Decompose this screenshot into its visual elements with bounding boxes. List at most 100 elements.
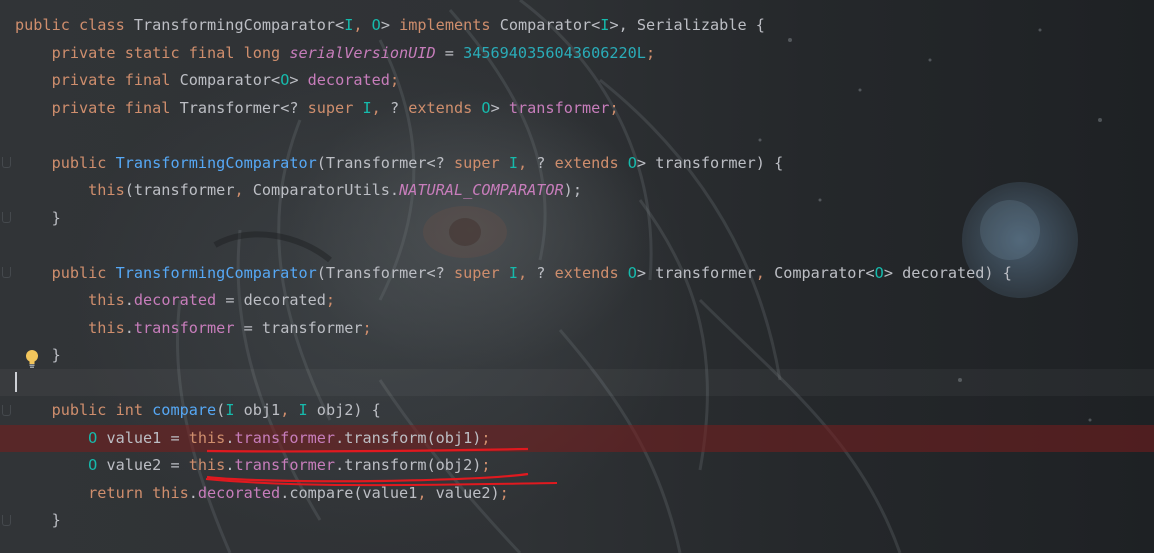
code-line[interactable]: public class TransformingComparator<I, O… <box>0 12 1154 39</box>
code-line[interactable]: private final Transformer<? super I, ? e… <box>0 95 1154 122</box>
code-token: public int <box>15 401 153 419</box>
code-line[interactable] <box>0 122 1154 149</box>
code-token: } <box>15 208 61 227</box>
code-line[interactable]: this(transformer, ComparatorUtils.NATURA… <box>0 177 1154 204</box>
code-line[interactable]: } <box>0 507 1154 534</box>
code-line[interactable]: return this.decorated.compare(value1, va… <box>0 480 1154 507</box>
code-token: > <box>380 16 400 34</box>
code-token: transformer <box>655 263 756 282</box>
code-line-text: } <box>15 507 61 534</box>
code-token: value1 = <box>97 428 189 447</box>
code-token: <? <box>426 263 454 282</box>
code-token: I <box>344 16 354 34</box>
code-token: transformer <box>655 153 756 172</box>
code-line-text: public TransformingComparator(Transforme… <box>15 260 1012 287</box>
code-token: <? <box>426 153 454 172</box>
code-token: O <box>371 16 381 34</box>
code-line[interactable]: } <box>0 342 1154 369</box>
code-token: ; <box>362 318 372 337</box>
code-line[interactable]: O value2 = this.transformer.transform(ob… <box>0 452 1154 479</box>
code-token: ( <box>316 263 326 282</box>
code-token: <? <box>280 98 308 117</box>
code-token: public <box>15 153 116 172</box>
code-line[interactable]: private final Comparator<O> decorated; <box>0 67 1154 94</box>
code-token: Transformer <box>325 153 427 172</box>
code-token: super <box>453 263 509 282</box>
code-line[interactable]: public int compare(I obj1, I obj2) { <box>0 397 1154 424</box>
code-token: = <box>435 43 464 62</box>
code-token: (transformer <box>124 181 235 199</box>
code-token: , <box>517 263 537 282</box>
code-line-text: this(transformer, ComparatorUtils.NATURA… <box>15 177 582 204</box>
code-line-text: O value1 = this.transformer.transform(ob… <box>15 425 490 452</box>
code-token: O <box>874 263 884 282</box>
code-token: serialVersionUID <box>289 43 436 62</box>
code-token: Comparator <box>179 71 272 89</box>
code-token: ; <box>481 456 491 474</box>
code-token: decorated <box>197 483 281 502</box>
code-token: .compare(value1 <box>280 483 418 502</box>
code-line[interactable]: private static final long serialVersionU… <box>0 40 1154 67</box>
code-token: I <box>362 98 372 117</box>
code-token: super <box>453 153 509 172</box>
code-token: ; <box>499 483 509 502</box>
code-token: decorated <box>902 263 985 282</box>
code-token: O <box>481 98 491 117</box>
code-line-text: this.transformer = transformer; <box>15 315 372 342</box>
code-token: this <box>15 318 125 337</box>
code-token: 3456940356043606220L <box>463 43 646 62</box>
code-token: > <box>490 98 509 117</box>
code-token: ? <box>536 153 555 172</box>
code-token: ( <box>216 401 226 419</box>
code-token: this <box>15 291 125 309</box>
code-token: Comparator <box>774 263 866 282</box>
code-line[interactable]: } <box>0 205 1154 232</box>
code-token: } <box>15 511 61 529</box>
code-editor[interactable]: public class TransformingComparator<I, O… <box>0 0 1154 553</box>
code-token: < <box>591 16 601 34</box>
code-token: value2 = <box>97 456 189 474</box>
code-token: O <box>15 456 98 474</box>
code-line-text: this.decorated = decorated; <box>15 287 335 314</box>
code-token: , <box>234 181 253 199</box>
code-token: super <box>307 98 363 117</box>
code-line[interactable]: public TransformingComparator(Transforme… <box>0 260 1154 287</box>
code-token: transformer <box>234 456 336 474</box>
code-token: , <box>755 263 775 282</box>
code-token: < <box>335 16 345 34</box>
code-token: transformer <box>508 98 610 117</box>
code-token: > <box>636 153 656 172</box>
code-token: < <box>865 263 875 282</box>
code-line[interactable]: this.decorated = decorated; <box>0 287 1154 314</box>
code-line[interactable] <box>0 370 1154 397</box>
code-token: O <box>280 71 290 89</box>
code-token: ); <box>563 181 582 199</box>
code-token: decorated <box>307 71 390 89</box>
text-caret <box>15 372 17 392</box>
code-token: private final <box>15 71 180 89</box>
code-token: this <box>188 428 226 447</box>
code-token: I <box>298 401 308 419</box>
code-line[interactable]: public TransformingComparator(Transforme… <box>0 150 1154 177</box>
code-token: public <box>15 263 116 282</box>
code-token: = decorated <box>216 291 326 309</box>
code-token: private final <box>15 98 180 117</box>
code-token: implements <box>399 16 500 34</box>
code-line[interactable] <box>0 232 1154 259</box>
code-token: obj1 <box>234 401 281 419</box>
code-line[interactable]: O value1 = this.transformer.transform(ob… <box>0 425 1154 452</box>
code-line[interactable]: this.transformer = transformer; <box>0 315 1154 342</box>
code-token: = transformer <box>234 318 363 337</box>
code-token: > <box>289 71 308 89</box>
code-token: ( <box>316 153 326 172</box>
code-token: , <box>371 98 390 117</box>
lightbulb-icon[interactable] <box>25 349 39 369</box>
code-token: obj2) { <box>307 401 381 419</box>
code-token: extends <box>408 98 482 117</box>
code-token: O <box>627 153 637 172</box>
code-token: .transform(obj1) <box>335 428 482 447</box>
code-token: ; <box>645 43 656 62</box>
code-token: Transformer <box>179 98 281 117</box>
code-token: . <box>124 291 134 309</box>
code-token: TransformingComparator <box>115 153 317 172</box>
